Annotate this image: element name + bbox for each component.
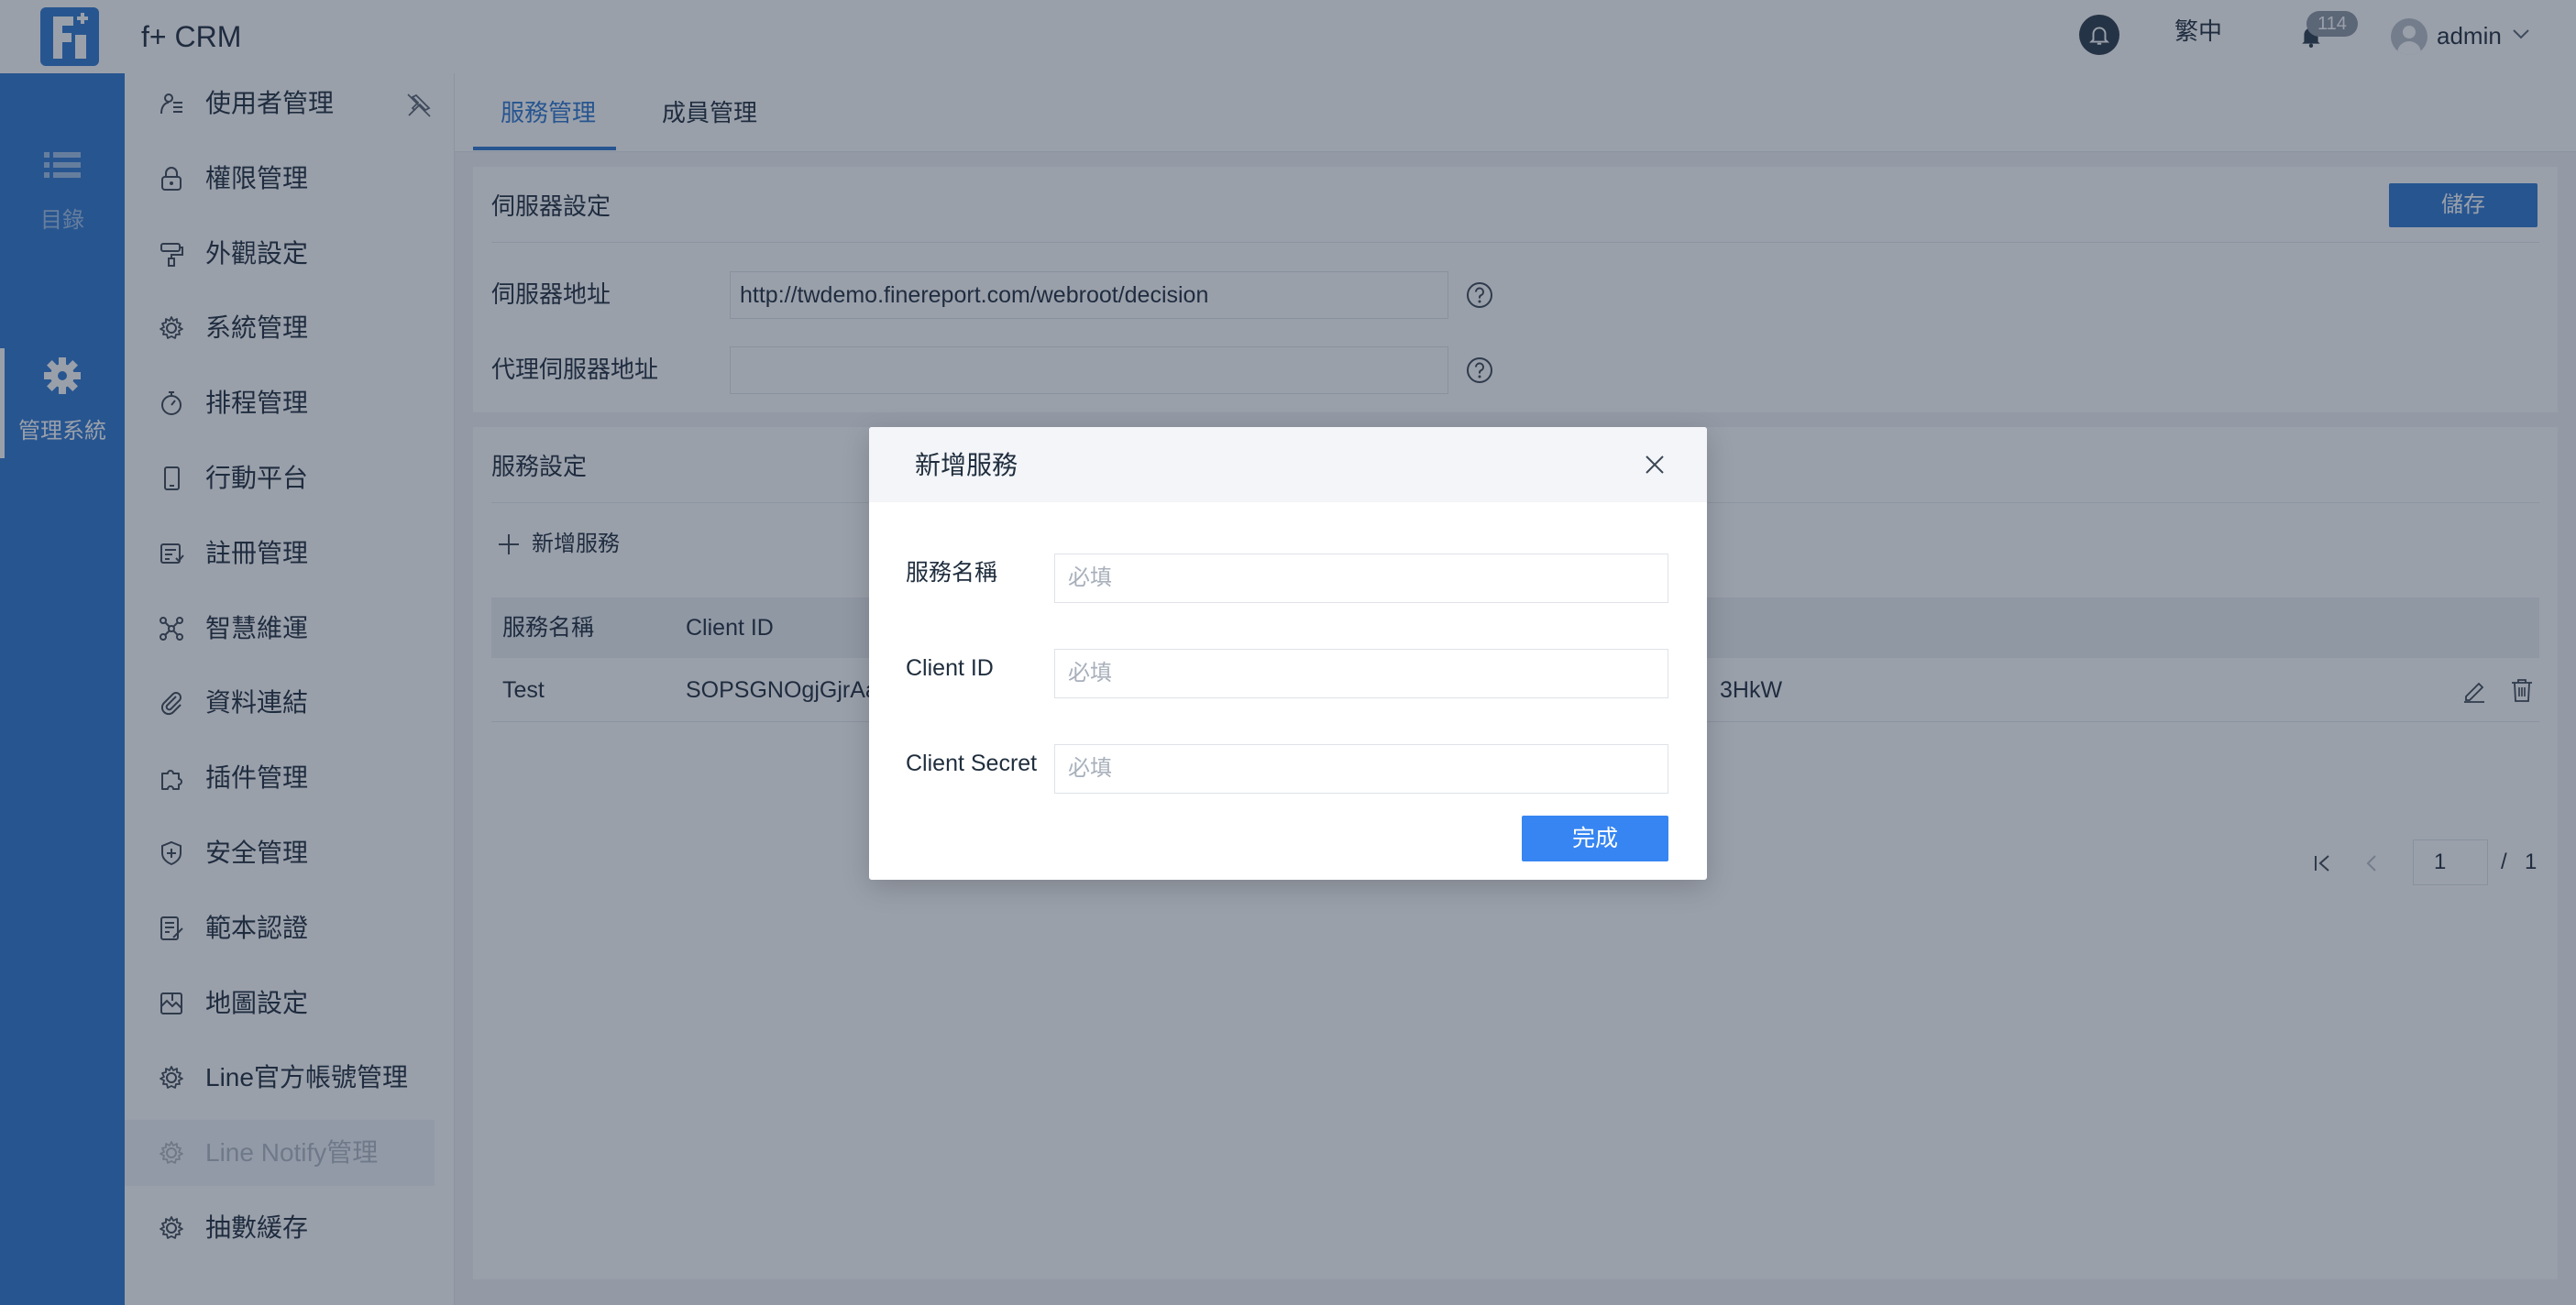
client-secret-input[interactable]	[1054, 744, 1668, 794]
dialog-title: 新增服務	[915, 451, 1018, 479]
dialog-header: 新增服務	[869, 427, 1707, 502]
service-name-input[interactable]	[1054, 554, 1668, 603]
done-button[interactable]: 完成	[1522, 816, 1668, 861]
service-name-label: 服務名稱	[906, 560, 998, 586]
client-id-label: Client ID	[906, 655, 994, 681]
client-id-input[interactable]	[1054, 649, 1668, 698]
client-secret-label: Client Secret	[906, 751, 1038, 776]
close-icon[interactable]	[1641, 451, 1668, 478]
add-service-dialog: 新增服務 服務名稱 Client ID Client Secret 完成	[869, 427, 1707, 880]
